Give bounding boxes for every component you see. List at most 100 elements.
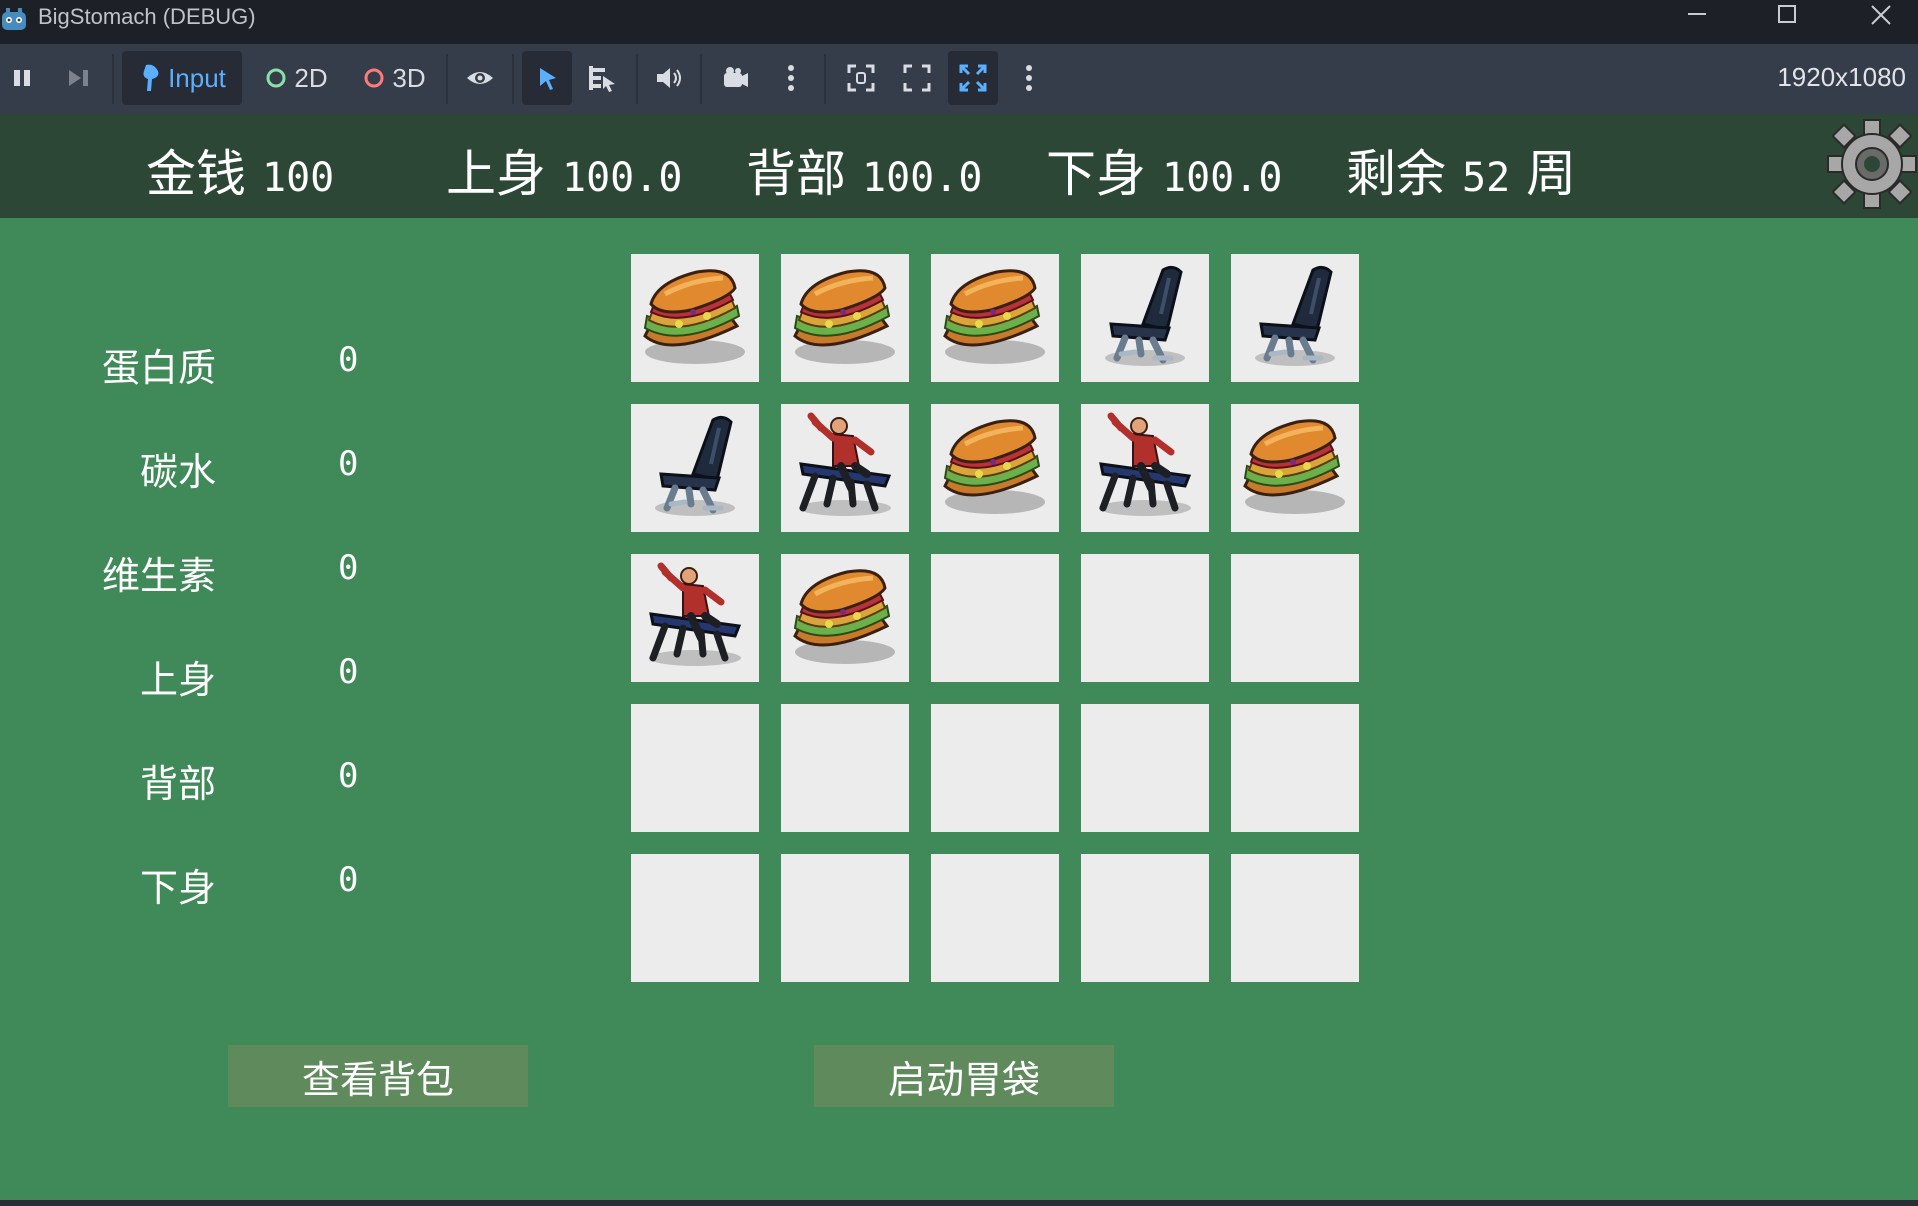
stat-value-upper: 0 — [338, 652, 359, 692]
audio-button[interactable] — [648, 51, 688, 105]
window-title: BigStomach (DEBUG) — [38, 4, 256, 29]
close-icon — [1871, 5, 1891, 25]
eye-icon — [467, 72, 493, 84]
stat-value-carbs: 0 — [338, 444, 359, 484]
select-icon — [540, 68, 556, 90]
grid-slot[interactable] — [1231, 554, 1359, 682]
grid-slot[interactable] — [931, 854, 1059, 982]
grid-slot[interactable] — [631, 854, 759, 982]
select-tool-button[interactable] — [522, 51, 572, 105]
toolbar-separator — [446, 54, 448, 104]
grid-slot[interactable] — [781, 254, 909, 382]
chair-icon — [1231, 254, 1359, 382]
focus-button[interactable] — [838, 51, 884, 105]
stat-label-back: 背部 — [139, 762, 216, 806]
sandwich-icon — [931, 404, 1059, 532]
step-icon — [69, 70, 88, 86]
stat-value-lower: 0 — [338, 860, 359, 900]
toolbar-separator — [700, 54, 702, 104]
list-select-button[interactable] — [580, 51, 624, 105]
view-backpack-button[interactable]: 查看背包 — [228, 1045, 528, 1107]
camera-button[interactable] — [714, 51, 756, 105]
input-label: Input — [168, 62, 226, 93]
fullscreen-button[interactable] — [894, 51, 940, 105]
camera-options-button[interactable] — [776, 51, 806, 105]
grid-slot[interactable] — [1231, 704, 1359, 832]
mode-3d-toggle[interactable]: 3D — [354, 51, 434, 105]
grid-slot[interactable] — [781, 854, 909, 982]
sandwich-icon — [931, 254, 1059, 382]
settings-gear-icon[interactable] — [1826, 118, 1918, 210]
speaker-icon — [657, 68, 681, 88]
grid-slot[interactable] — [631, 254, 759, 382]
grid-slot[interactable] — [1231, 404, 1359, 532]
input-toggle[interactable]: Input — [122, 51, 242, 105]
grid-slot[interactable] — [1081, 554, 1209, 682]
maximize-button[interactable] — [1752, 0, 1822, 36]
maximize-icon — [1778, 5, 1796, 23]
view-options-button[interactable] — [1014, 51, 1044, 105]
back-value: 100.0 — [862, 155, 983, 201]
bench-press-icon — [631, 554, 759, 682]
stat-label-carbs: 碳水 — [139, 450, 216, 494]
camera-icon — [724, 67, 748, 87]
close-button[interactable] — [1846, 0, 1916, 36]
grid-slot[interactable] — [631, 554, 759, 682]
mode-2d-toggle[interactable]: 2D — [258, 51, 334, 105]
sandwich-icon — [781, 554, 909, 682]
stat-label-protein: 蛋白质 — [101, 346, 216, 390]
grid-slot[interactable] — [781, 404, 909, 532]
sandwich-icon — [781, 254, 909, 382]
minimize-button[interactable] — [1662, 0, 1732, 36]
grid-slot[interactable] — [1231, 854, 1359, 982]
pause-button[interactable] — [4, 51, 40, 105]
grid-slot[interactable] — [1081, 254, 1209, 382]
grid-slot[interactable] — [631, 404, 759, 532]
list-select-icon — [589, 66, 615, 92]
minimize-icon — [1688, 13, 1706, 15]
grid-slot[interactable] — [931, 254, 1059, 382]
grid-slot[interactable] — [1081, 704, 1209, 832]
window-bottom-border — [0, 1200, 1918, 1206]
hud-lower-body: 下身 100.0 — [1046, 134, 1282, 206]
mode-2d-label: 2D — [294, 62, 328, 93]
bench-press-icon — [1081, 404, 1209, 532]
sandwich-icon — [631, 254, 759, 382]
hud-bar: 金钱 100 上身 100.0 背部 100.0 下身 100.0 剩余 52 周 — [0, 114, 1918, 218]
step-button[interactable] — [58, 51, 98, 105]
grid-slot[interactable] — [631, 704, 759, 832]
money-label: 金钱 — [146, 145, 246, 203]
godot-app-icon — [2, 8, 26, 30]
circle-2d-icon — [266, 68, 286, 88]
expand-button[interactable] — [948, 51, 998, 105]
expand-icon — [959, 64, 987, 92]
grid-slot[interactable] — [781, 554, 909, 682]
toolbar-separator — [636, 54, 638, 104]
grid-slot[interactable] — [931, 704, 1059, 832]
sandwich-icon — [1231, 404, 1359, 532]
visibility-button[interactable] — [458, 51, 502, 105]
pause-icon — [14, 70, 30, 86]
money-value: 100 — [262, 155, 335, 201]
grid-slot[interactable] — [931, 554, 1059, 682]
hud-back: 背部 100.0 — [746, 134, 982, 206]
upper-value: 100.0 — [562, 155, 683, 201]
remaining-value: 52 — [1462, 155, 1511, 201]
resolution-readout: 1920x1080 — [1777, 62, 1906, 92]
grid-slot[interactable] — [931, 404, 1059, 532]
back-label: 背部 — [746, 145, 846, 203]
grid-slot[interactable] — [1081, 404, 1209, 532]
grid-slot[interactable] — [781, 704, 909, 832]
start-stomach-button[interactable]: 启动胃袋 — [814, 1045, 1114, 1107]
hud-upper-body: 上身 100.0 — [446, 134, 682, 206]
stat-value-vitamin: 0 — [338, 548, 359, 588]
stat-value-back: 0 — [338, 756, 359, 796]
grid-slot[interactable] — [1231, 254, 1359, 382]
chair-icon — [631, 404, 759, 532]
fullscreen-icon — [903, 64, 931, 92]
focus-icon — [847, 64, 875, 92]
toolbar-separator — [112, 54, 114, 104]
bench-press-icon — [781, 404, 909, 532]
toolbar-separator — [512, 54, 514, 104]
grid-slot[interactable] — [1081, 854, 1209, 982]
